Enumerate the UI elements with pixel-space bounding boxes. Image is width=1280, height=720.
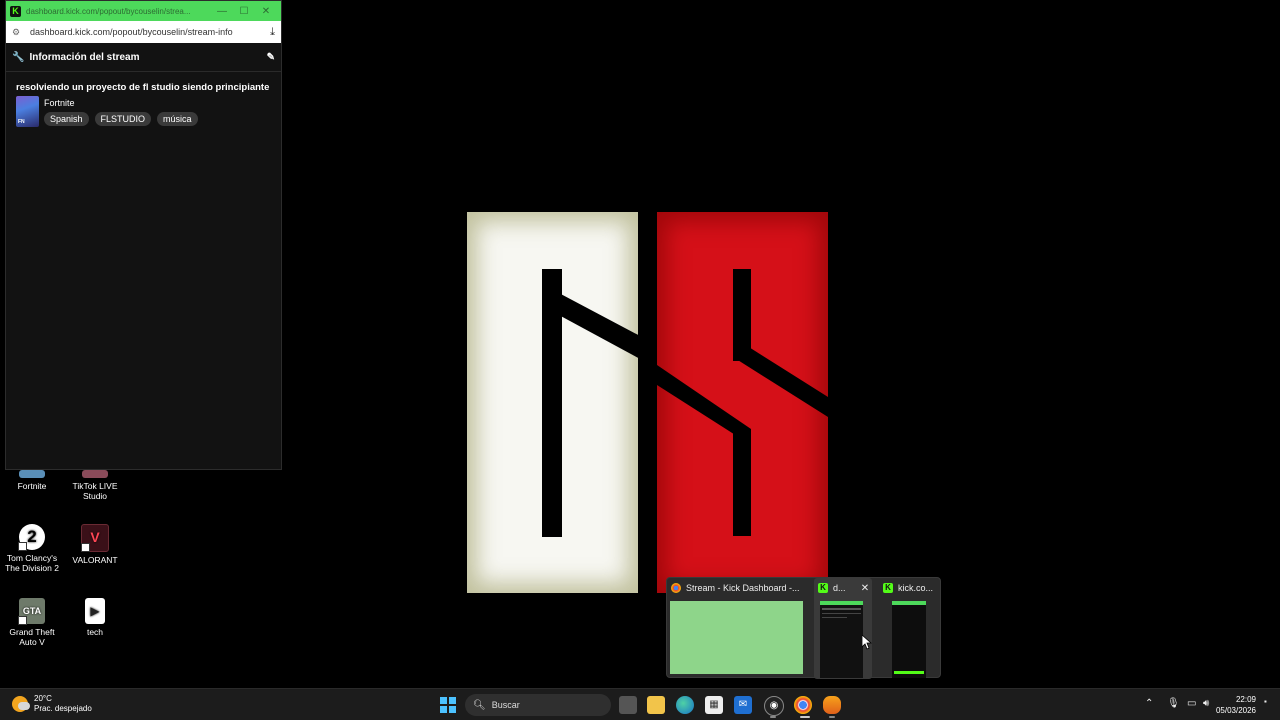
logo-white-block: [467, 212, 642, 593]
task-view-icon[interactable]: [619, 696, 637, 714]
weather-condition: Prac. despejado: [34, 704, 92, 713]
taskbar-search[interactable]: 🔍︎ Buscar: [465, 694, 611, 716]
desktop-icon-tiktok-live-studio[interactable]: TikTok LIVE Studio: [63, 470, 127, 501]
panel-title: Información del stream: [29, 51, 140, 63]
preview-window-stream-dashboard[interactable]: Stream - Kick Dashboard -...: [667, 578, 809, 679]
close-icon[interactable]: ✕: [858, 583, 872, 594]
tag-list: Spanish FLSTUDIO música: [44, 112, 198, 126]
tag-chip: FLSTUDIO: [94, 112, 152, 126]
minimize-button[interactable]: —: [211, 6, 233, 17]
maximize-button[interactable]: ☐: [233, 6, 255, 17]
partly-cloudy-icon: [12, 696, 30, 712]
stream-title: resolviendo un proyecto de fl studio sie…: [16, 82, 270, 93]
preview-window-popout[interactable]: K d... ✕: [814, 578, 872, 679]
running-indicator: [770, 716, 776, 718]
logo-diagonal: [657, 337, 828, 445]
preview-window-kick[interactable]: K kick.co...: [879, 578, 941, 679]
preview-label: kick.co...: [898, 583, 934, 593]
desktop-icon-tech[interactable]: ▶ tech: [63, 598, 127, 637]
category-name: Fortnite: [44, 98, 75, 108]
video-file-icon: ▶: [85, 598, 105, 624]
start-button[interactable]: [440, 697, 456, 713]
weather-temperature: 20°C: [34, 694, 52, 703]
chrome-icon: [671, 583, 681, 593]
category-row: Fortnite Spanish FLSTUDIO música: [6, 93, 281, 127]
desktop-icon-label: Tom Clancy's The Division 2: [5, 553, 59, 573]
desktop-icon-fortnite[interactable]: Fortnite: [0, 470, 64, 491]
preview-label: d...: [833, 583, 846, 593]
desktop-icon-label: Grand Theft Auto V: [9, 627, 55, 647]
edit-icon[interactable]: ✎: [267, 52, 275, 63]
mail-icon[interactable]: ✉: [734, 696, 752, 714]
desktop-icon-label: TikTok LIVE Studio: [72, 481, 118, 501]
running-indicator: [829, 716, 835, 718]
logo-diagonal: [557, 292, 642, 360]
preview-thumbnail[interactable]: [670, 601, 803, 674]
file-explorer-icon[interactable]: [647, 696, 665, 714]
weather-widget[interactable]: 20°C Prac. despejado: [12, 694, 92, 714]
edge-icon[interactable]: [676, 696, 694, 714]
taskbar: 20°C Prac. despejado 🔍︎ Buscar ▦ ✉ ◉ ⌃ 🎙…: [0, 688, 1280, 720]
preview-thumbnail[interactable]: [892, 601, 926, 678]
desktop-icon-gta-v[interactable]: GTA Grand Theft Auto V: [0, 598, 64, 647]
kick-icon: K: [818, 583, 828, 593]
fortnite-icon: [19, 470, 45, 478]
clock-time: 22:09: [1235, 695, 1256, 704]
mouse-cursor: [862, 635, 872, 650]
volume-icon[interactable]: 🔊︎: [1203, 698, 1209, 709]
clock-date: 05/03/2026: [1215, 706, 1256, 715]
division-2-icon: 2: [18, 524, 45, 551]
wrench-icon: 🔧: [12, 51, 25, 63]
valorant-icon: V: [81, 524, 109, 552]
window-title: dashboard.kick.com/popout/bycouselin/str…: [26, 6, 191, 16]
url-text[interactable]: dashboard.kick.com/popout/bycouselin/str…: [30, 27, 270, 37]
taskbar-thumbnail-preview: Stream - Kick Dashboard -... K d... ✕ K …: [666, 577, 941, 679]
network-icon[interactable]: ▭: [1187, 698, 1196, 709]
fl-studio-icon[interactable]: [823, 696, 841, 714]
preview-thumbnail[interactable]: [820, 601, 863, 678]
desktop-icon-label: Fortnite: [17, 481, 47, 491]
desktop-icon-label: VALORANT: [72, 555, 118, 565]
kick-icon: K: [10, 5, 21, 17]
download-icon[interactable]: ⤓: [270, 26, 275, 39]
microphone-icon[interactable]: 🎙︎: [1167, 698, 1180, 709]
panel-header: 🔧 Información del stream ✎: [6, 43, 281, 72]
address-bar[interactable]: ⚙ dashboard.kick.com/popout/bycouselin/s…: [6, 21, 281, 43]
tag-chip: Spanish: [44, 112, 89, 126]
chrome-icon[interactable]: [794, 696, 812, 714]
kick-icon: K: [883, 583, 893, 593]
category-thumbnail: [16, 96, 39, 127]
desktop-icon-valorant[interactable]: V VALORANT: [63, 524, 127, 565]
desktop-icon-label: tech: [86, 627, 104, 637]
tag-chip: música: [157, 112, 198, 126]
store-icon[interactable]: ▦: [705, 696, 723, 714]
chevron-up-icon[interactable]: ⌃: [1145, 698, 1153, 709]
search-icon: 🔍︎: [473, 699, 486, 711]
search-placeholder: Buscar: [491, 700, 520, 710]
obs-icon[interactable]: ◉: [764, 696, 784, 716]
stream-info-popout-window: K dashboard.kick.com/popout/bycouselin/s…: [5, 0, 282, 470]
close-button[interactable]: ✕: [255, 6, 277, 17]
running-indicator: [800, 716, 810, 718]
site-info-icon[interactable]: ⚙: [12, 27, 22, 38]
clock[interactable]: 22:09 05/03/2026: [1216, 694, 1256, 716]
preview-label: Stream - Kick Dashboard -...: [686, 583, 800, 593]
desktop-icon-division-2[interactable]: 2 Tom Clancy's The Division 2: [0, 524, 64, 573]
tiktok-icon: [82, 470, 108, 478]
logo-red-block: [657, 212, 828, 593]
gta-v-icon: GTA: [18, 598, 45, 625]
popout-titlebar[interactable]: K dashboard.kick.com/popout/bycouselin/s…: [6, 1, 281, 21]
notifications-icon[interactable]: ▪: [1264, 697, 1267, 706]
